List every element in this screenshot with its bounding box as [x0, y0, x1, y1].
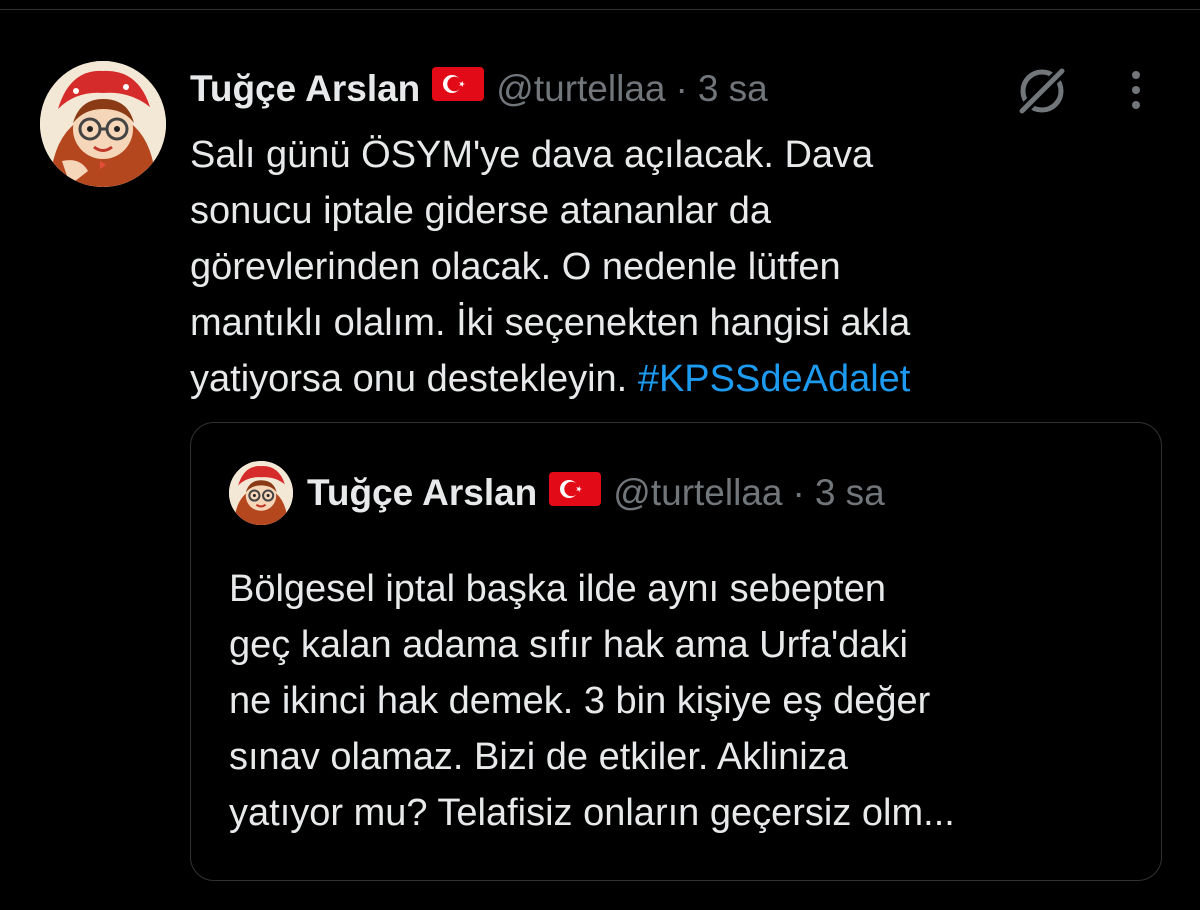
author-name[interactable]: Tuğçe Arslan: [190, 59, 420, 119]
separator-dot: ·: [675, 68, 688, 109]
quoted-tweet-card[interactable]: Tuğçe Arslan @turtellaa · 3 sa Bölgesel …: [190, 422, 1162, 881]
separator-dot: ·: [792, 472, 805, 513]
author-handle[interactable]: @turtellaa: [496, 59, 665, 119]
quoted-avatar[interactable]: [229, 461, 293, 525]
avatar[interactable]: [40, 61, 166, 187]
tweet-text-line-last: yatiyorsa onu destekleyin. #KPSSdeAdalet: [190, 351, 1150, 407]
tweet[interactable]: Tuğçe Arslan @turtellaa · 3 sa Salı günü: [0, 11, 1200, 910]
hashtag-link[interactable]: #KPSSdeAdalet: [638, 358, 911, 400]
quoted-text-line: Bölgesel iptal başka ilde aynı sebepten: [229, 568, 887, 610]
quoted-tweet-header: Tuğçe Arslan @turtellaa · 3 sa: [307, 463, 885, 523]
top-divider: [0, 0, 1200, 10]
turkey-flag-icon: [549, 471, 602, 515]
tweet-text-line: mantıklı olalım. İki seçenekten hangisi …: [190, 302, 911, 344]
quoted-author-name: Tuğçe Arslan: [307, 472, 538, 513]
timestamp[interactable]: 3 sa: [698, 59, 768, 119]
quoted-text-line: yatıyor mu? Telafisiz onların geçersiz o…: [229, 792, 955, 834]
quoted-text-line: geç kalan adama sıfır hak ama Urfa'daki: [229, 624, 908, 666]
quoted-tweet-text: Bölgesel iptal başka ilde aynı sebepten …: [229, 561, 1139, 841]
tweet-text-line: Salı günü ÖSYM'ye dava açılacak. Dava: [190, 134, 874, 176]
turkey-flag-icon: [432, 59, 485, 119]
tweet-text-line: sonucu iptale giderse atananlar da: [190, 190, 771, 232]
quoted-text-line: ne ikinci hak demek. 3 bin kişiye eş değ…: [229, 680, 931, 722]
grok-icon[interactable]: [1012, 61, 1072, 121]
more-vertical-icon[interactable]: [1118, 67, 1154, 113]
tweet-text-segment: yatiyorsa onu destekleyin.: [190, 358, 628, 400]
quoted-author-handle: @turtellaa: [613, 472, 783, 513]
tweet-text: Salı günü ÖSYM'ye dava açılacak. Dava so…: [190, 127, 1150, 407]
quoted-text-line: sınav olamaz. Bizi de etkiler. Akliniza: [229, 736, 848, 778]
tweet-text-line: görevlerinden olacak. O nedenle lütfen: [190, 246, 841, 288]
quoted-timestamp: 3 sa: [814, 472, 885, 513]
tweet-header: Tuğçe Arslan @turtellaa · 3 sa: [190, 59, 768, 119]
